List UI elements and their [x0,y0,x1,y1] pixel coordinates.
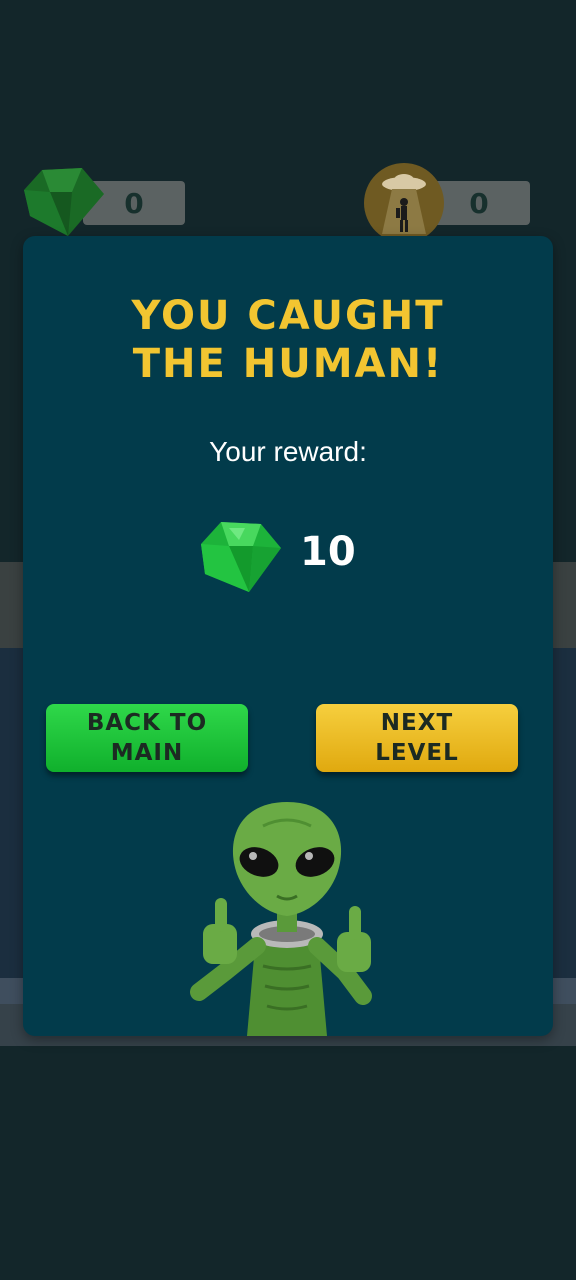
reward-gem-icon [199,518,283,594]
dialog-title-line1: YOU CAUGHT [131,293,445,339]
game-screen: 0 0 YOU CAUGHT THE HUMAN! Your reward: 1… [0,0,576,1280]
gems-counter-value: 0 [124,186,144,220]
back-button-label-line1: BACK TO [86,710,208,736]
background-pillar-right [550,562,576,648]
alien-thumbs-up-image [167,796,407,1036]
reward-label: Your reward: [209,436,367,467]
humans-counter-value: 0 [469,186,489,220]
next-button-label-line1: NEXT [380,710,454,736]
reward-amount: 10 [300,529,356,575]
ufo-abduction-icon [364,163,444,243]
gem-icon [22,166,106,238]
next-level-button[interactable]: NEXT LEVEL [316,704,518,772]
back-button-label-line2: MAIN [110,740,184,766]
dialog-title-line2: THE HUMAN! [132,341,444,387]
back-to-main-button[interactable]: BACK TO MAIN [46,704,248,772]
level-complete-dialog: YOU CAUGHT THE HUMAN! Your reward: 10 BA… [23,236,553,1036]
dialog-title: YOU CAUGHT THE HUMAN! [23,292,553,388]
next-button-label-line2: LEVEL [375,740,459,766]
